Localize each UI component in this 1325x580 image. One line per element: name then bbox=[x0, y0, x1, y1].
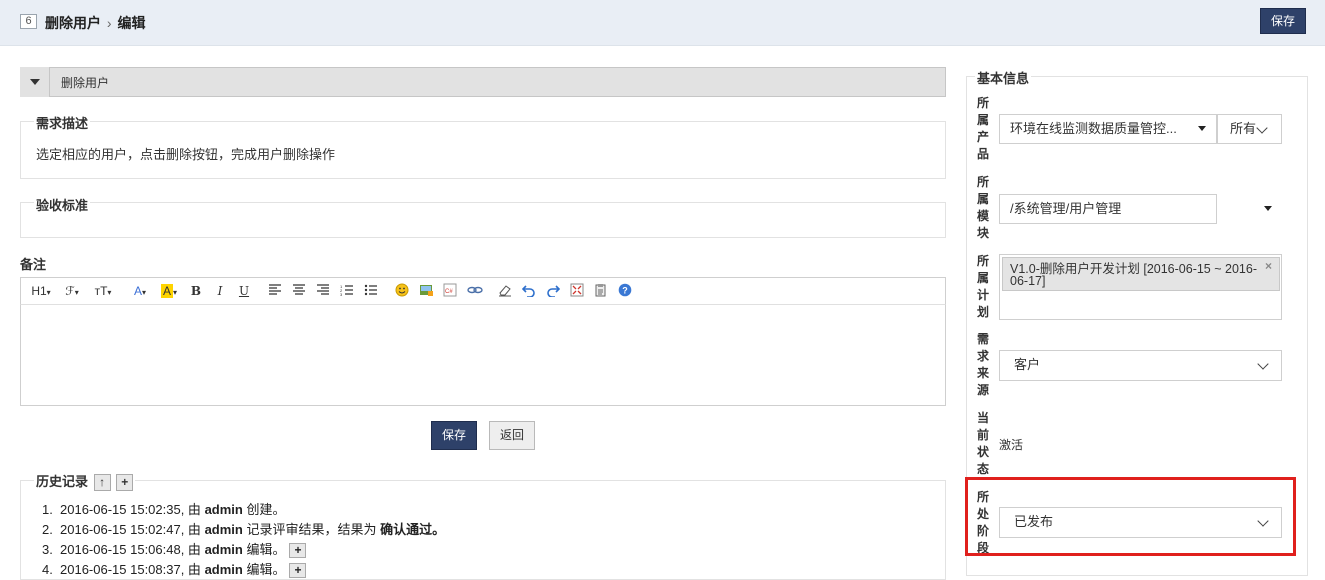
italic-button[interactable]: I bbox=[212, 281, 228, 301]
collapse-toggle[interactable] bbox=[20, 67, 50, 97]
align-center-icon[interactable] bbox=[292, 283, 306, 297]
plan-label: 所属计划 bbox=[976, 254, 989, 319]
history-legend: 历史记录 ↑ + bbox=[34, 471, 136, 492]
bullet-list-icon[interactable] bbox=[364, 283, 378, 297]
code-icon[interactable]: C# bbox=[443, 283, 457, 297]
expand-change-icon[interactable]: + bbox=[289, 563, 307, 579]
plan-chip: V1.0-删除用户开发计划 [2016-06-15 ~ 2016-06-17] bbox=[1002, 257, 1280, 291]
module-select[interactable]: /系统管理/用户管理 bbox=[999, 194, 1217, 224]
font-size-button[interactable]: ᴛT▾ bbox=[90, 281, 116, 301]
help-icon[interactable]: ? bbox=[618, 283, 632, 297]
acceptance-legend: 验收标准 bbox=[34, 195, 91, 214]
link-icon[interactable] bbox=[467, 283, 483, 297]
ordered-list-icon[interactable]: 123 bbox=[340, 283, 354, 297]
emoticon-icon[interactable] bbox=[395, 283, 409, 297]
font-family-button[interactable]: ℱ▾ bbox=[60, 281, 84, 301]
expand-all-icon[interactable]: + bbox=[116, 474, 134, 492]
story-id-badge: 6 bbox=[20, 14, 37, 29]
expand-change-icon[interactable]: + bbox=[289, 543, 307, 559]
breadcrumb-separator: › bbox=[106, 15, 112, 31]
font-color-button[interactable]: A▾ bbox=[129, 281, 151, 301]
history-item: 2. 2016-06-15 15:02:47, 由 admin 记录评审结果，结果… bbox=[42, 522, 446, 537]
history-item: 3. 2016-06-15 15:06:48, 由 admin 编辑。 + bbox=[36, 540, 445, 560]
save-button-top[interactable]: 保存 bbox=[1260, 8, 1306, 34]
description-legend: 需求描述 bbox=[34, 113, 91, 132]
dropdown-arrow-icon: ▾ bbox=[74, 288, 79, 297]
fullscreen-icon[interactable] bbox=[570, 283, 584, 297]
breadcrumb-story-title[interactable]: 删除用户 bbox=[45, 15, 101, 31]
source-value: 客户 bbox=[1014, 357, 1041, 372]
history-item: 4. 2016-06-15 15:08:37, 由 admin 编辑。 + bbox=[36, 560, 445, 580]
status-value: 激活 bbox=[999, 438, 1024, 452]
heading-button[interactable]: H1▾ bbox=[28, 281, 54, 301]
redo-icon[interactable] bbox=[546, 283, 560, 297]
plan-value: V1.0-删除用户开发计划 [2016-06-15 ~ 2016-06-17] bbox=[1010, 262, 1257, 288]
story-title-bar bbox=[20, 67, 946, 97]
branch-select[interactable]: 所有 bbox=[1217, 114, 1282, 144]
align-right-icon[interactable] bbox=[316, 283, 330, 297]
branch-value: 所有 bbox=[1230, 121, 1257, 136]
description-text: 选定相应的用户，点击删除按钮，完成用户删除操作 bbox=[36, 147, 336, 162]
dropdown-arrow-icon: ▾ bbox=[173, 288, 178, 297]
page-header bbox=[0, 0, 1325, 46]
insert-image-icon[interactable] bbox=[419, 283, 433, 297]
history-list: 1. 2016-06-15 15:02:35, 由 admin 创建。 2. 201… bbox=[36, 500, 445, 580]
caret-down-icon bbox=[30, 79, 40, 85]
dropdown-arrow-icon: ▾ bbox=[46, 288, 51, 297]
product-select[interactable]: 环境在线监测数据质量管控... bbox=[999, 114, 1217, 144]
eraser-icon[interactable] bbox=[498, 283, 512, 297]
stage-highlight-box bbox=[965, 477, 1296, 556]
align-left-icon[interactable] bbox=[268, 283, 282, 297]
save-button[interactable]: 保存 bbox=[431, 421, 477, 450]
breadcrumb-action: 编辑 bbox=[117, 15, 146, 31]
bold-button[interactable]: B bbox=[188, 281, 204, 301]
dropdown-arrow-icon: ▾ bbox=[142, 288, 147, 297]
story-title: 删除用户 bbox=[61, 76, 110, 90]
status-label: 当前状态 bbox=[976, 411, 989, 476]
svg-text:3: 3 bbox=[340, 292, 343, 297]
underline-button[interactable]: U bbox=[236, 281, 252, 301]
product-label: 所属产品 bbox=[976, 96, 989, 161]
dropdown-arrow-icon: ▾ bbox=[107, 288, 112, 297]
module-value: /系统管理/用户管理 bbox=[1010, 201, 1122, 216]
caret-down-icon[interactable] bbox=[1264, 206, 1272, 211]
history-item: 1. 2016-06-15 15:02:35, 由 admin 创建。 bbox=[42, 502, 286, 517]
remark-label: 备注 bbox=[20, 257, 47, 272]
remark-editor[interactable] bbox=[20, 304, 946, 406]
bg-color-button[interactable]: A ▾ bbox=[157, 281, 181, 301]
back-button[interactable]: 返回 bbox=[489, 421, 535, 450]
module-label: 所属模块 bbox=[976, 175, 989, 240]
history-title: 历史记录 bbox=[36, 474, 89, 489]
svg-text:C#: C# bbox=[445, 289, 453, 295]
undo-icon[interactable] bbox=[522, 283, 536, 297]
svg-text:?: ? bbox=[622, 286, 628, 296]
product-value: 环境在线监测数据质量管控... bbox=[1010, 121, 1177, 136]
breadcrumb: 删除用户 › 编辑 bbox=[45, 13, 145, 33]
basic-info-legend: 基本信息 bbox=[975, 68, 1032, 87]
remove-plan-icon[interactable]: × bbox=[1265, 259, 1272, 273]
arrow-up-icon[interactable]: ↑ bbox=[93, 474, 111, 492]
source-label: 需求来源 bbox=[976, 332, 989, 397]
source-select[interactable]: 客户 bbox=[999, 350, 1282, 381]
caret-down-icon bbox=[1198, 126, 1206, 131]
paste-icon[interactable] bbox=[594, 283, 608, 297]
acceptance-fieldset bbox=[20, 202, 946, 238]
